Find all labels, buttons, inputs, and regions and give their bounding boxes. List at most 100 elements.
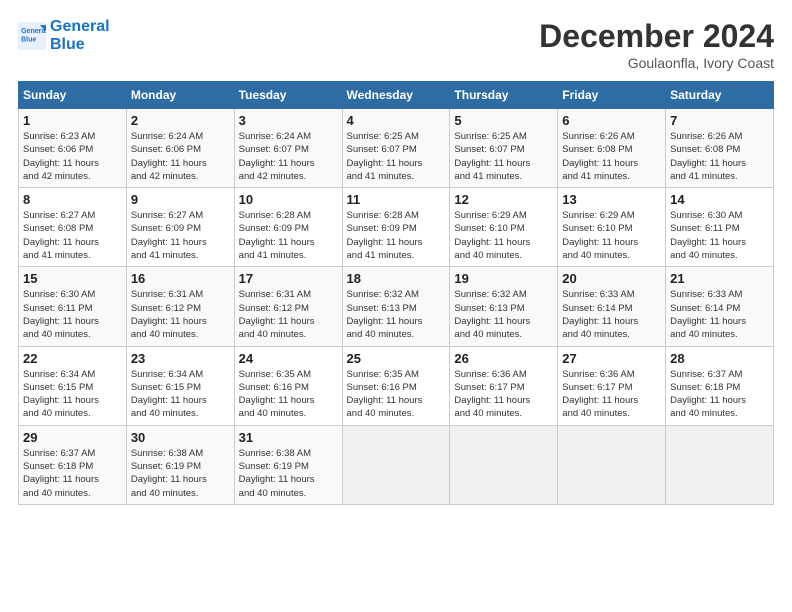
day-number: 27 [562,351,661,366]
day-number: 28 [670,351,769,366]
calendar-cell: 9Sunrise: 6:27 AM Sunset: 6:09 PM Daylig… [126,188,234,267]
day-number: 18 [347,271,446,286]
calendar-cell: 24 Sunrise: 6:35 AM Sunset: 6:16 PM Dayli… [234,346,342,425]
calendar-cell: 21 Sunrise: 6:33 AM Sunset: 6:14 PM Dayli… [666,267,774,346]
day-number: 13 [562,192,661,207]
day-number: 5 [454,113,553,128]
calendar-cell: 29Sunrise: 6:37 AM Sunset: 6:18 PM Dayli… [19,425,127,504]
day-info: Sunrise: 6:36 AM Sunset: 6:17 PM Dayligh… [454,368,553,421]
month-title: December 2024 [539,18,774,55]
calendar-cell: 17 Sunrise: 6:31 AM Sunset: 6:12 PM Dayli… [234,267,342,346]
calendar-cell [342,425,450,504]
svg-text:Blue: Blue [21,36,36,43]
day-info: Sunrise: 6:35 AM Sunset: 6:16 PM Dayligh… [239,368,338,421]
svg-text:General: General [21,27,46,34]
day-number: 22 [23,351,122,366]
day-info: Sunrise: 6:31 AM Sunset: 6:12 PM Dayligh… [239,288,338,341]
calendar-cell: 23Sunrise: 6:34 AM Sunset: 6:15 PM Dayli… [126,346,234,425]
day-number: 2 [131,113,230,128]
day-info: Sunrise: 6:38 AM Sunset: 6:19 PM Dayligh… [239,447,338,500]
calendar-cell: 6 Sunrise: 6:26 AM Sunset: 6:08 PM Daylig… [558,109,666,188]
header-cell-wednesday: Wednesday [342,82,450,109]
day-info: Sunrise: 6:25 AM Sunset: 6:07 PM Dayligh… [347,130,446,183]
logo-text: General Blue [50,18,110,53]
calendar-cell: 16 Sunrise: 6:31 AM Sunset: 6:12 PM Dayli… [126,267,234,346]
calendar-cell: 26 Sunrise: 6:36 AM Sunset: 6:17 PM Dayli… [450,346,558,425]
calendar-cell: 30 Sunrise: 6:38 AM Sunset: 6:19 PM Dayli… [126,425,234,504]
day-number: 11 [347,192,446,207]
calendar-cell: 10 Sunrise: 6:28 AM Sunset: 6:09 PM Dayli… [234,188,342,267]
calendar-cell: 31 Sunrise: 6:38 AM Sunset: 6:19 PM Dayli… [234,425,342,504]
day-info: Sunrise: 6:30 AM Sunset: 6:11 PM Dayligh… [670,209,769,262]
header-cell-sunday: Sunday [19,82,127,109]
calendar-cell: 19 Sunrise: 6:32 AM Sunset: 6:13 PM Dayli… [450,267,558,346]
day-info: Sunrise: 6:31 AM Sunset: 6:12 PM Dayligh… [131,288,230,341]
calendar-cell: 4Sunrise: 6:25 AM Sunset: 6:07 PM Daylig… [342,109,450,188]
day-info: Sunrise: 6:32 AM Sunset: 6:13 PM Dayligh… [347,288,446,341]
calendar-cell: 28 Sunrise: 6:37 AM Sunset: 6:18 PM Dayli… [666,346,774,425]
calendar-cell: 12Sunrise: 6:29 AM Sunset: 6:10 PM Dayli… [450,188,558,267]
day-number: 20 [562,271,661,286]
calendar-cell: 15Sunrise: 6:30 AM Sunset: 6:11 PM Dayli… [19,267,127,346]
logo-line2: Blue [50,36,85,53]
week-row-2: 8Sunrise: 6:27 AM Sunset: 6:08 PM Daylig… [19,188,774,267]
day-info: Sunrise: 6:28 AM Sunset: 6:09 PM Dayligh… [347,209,446,262]
title-block: December 2024 Goulaonfla, Ivory Coast [539,18,774,71]
week-row-4: 22 Sunrise: 6:34 AM Sunset: 6:15 PM Dayli… [19,346,774,425]
day-info: Sunrise: 6:33 AM Sunset: 6:14 PM Dayligh… [562,288,661,341]
page-header: General Blue General Blue December 2024 … [18,18,774,71]
day-number: 9 [131,192,230,207]
day-info: Sunrise: 6:29 AM Sunset: 6:10 PM Dayligh… [562,209,661,262]
header-cell-monday: Monday [126,82,234,109]
calendar-cell: 1Sunrise: 6:23 AM Sunset: 6:06 PM Daylig… [19,109,127,188]
week-row-5: 29Sunrise: 6:37 AM Sunset: 6:18 PM Dayli… [19,425,774,504]
day-number: 31 [239,430,338,445]
day-info: Sunrise: 6:24 AM Sunset: 6:07 PM Dayligh… [239,130,338,183]
day-info: Sunrise: 6:33 AM Sunset: 6:14 PM Dayligh… [670,288,769,341]
week-row-3: 15Sunrise: 6:30 AM Sunset: 6:11 PM Dayli… [19,267,774,346]
day-number: 17 [239,271,338,286]
day-number: 14 [670,192,769,207]
day-info: Sunrise: 6:32 AM Sunset: 6:13 PM Dayligh… [454,288,553,341]
day-info: Sunrise: 6:28 AM Sunset: 6:09 PM Dayligh… [239,209,338,262]
day-number: 25 [347,351,446,366]
header-cell-tuesday: Tuesday [234,82,342,109]
day-info: Sunrise: 6:34 AM Sunset: 6:15 PM Dayligh… [131,368,230,421]
day-number: 16 [131,271,230,286]
logo-icon: General Blue [18,22,46,50]
calendar-cell: 27Sunrise: 6:36 AM Sunset: 6:17 PM Dayli… [558,346,666,425]
day-number: 29 [23,430,122,445]
calendar-cell [666,425,774,504]
calendar-cell [450,425,558,504]
calendar-cell: 14 Sunrise: 6:30 AM Sunset: 6:11 PM Dayli… [666,188,774,267]
day-info: Sunrise: 6:27 AM Sunset: 6:08 PM Dayligh… [23,209,122,262]
day-info: Sunrise: 6:38 AM Sunset: 6:19 PM Dayligh… [131,447,230,500]
day-info: Sunrise: 6:26 AM Sunset: 6:08 PM Dayligh… [562,130,661,183]
calendar-cell: 20 Sunrise: 6:33 AM Sunset: 6:14 PM Dayli… [558,267,666,346]
calendar-cell: 25 Sunrise: 6:35 AM Sunset: 6:16 PM Dayli… [342,346,450,425]
header-cell-thursday: Thursday [450,82,558,109]
day-info: Sunrise: 6:37 AM Sunset: 6:18 PM Dayligh… [670,368,769,421]
day-number: 7 [670,113,769,128]
calendar-body: 1Sunrise: 6:23 AM Sunset: 6:06 PM Daylig… [19,109,774,505]
page-container: General Blue General Blue December 2024 … [0,0,792,515]
day-number: 6 [562,113,661,128]
header-cell-friday: Friday [558,82,666,109]
day-number: 21 [670,271,769,286]
calendar-cell: 7Sunrise: 6:26 AM Sunset: 6:08 PM Daylig… [666,109,774,188]
day-number: 30 [131,430,230,445]
calendar-cell: 13 Sunrise: 6:29 AM Sunset: 6:10 PM Dayli… [558,188,666,267]
day-info: Sunrise: 6:35 AM Sunset: 6:16 PM Dayligh… [347,368,446,421]
calendar-cell: 5 Sunrise: 6:25 AM Sunset: 6:07 PM Daylig… [450,109,558,188]
day-number: 10 [239,192,338,207]
calendar-cell: 2Sunrise: 6:24 AM Sunset: 6:06 PM Daylig… [126,109,234,188]
day-number: 12 [454,192,553,207]
day-number: 1 [23,113,122,128]
day-number: 19 [454,271,553,286]
calendar-cell: 18 Sunrise: 6:32 AM Sunset: 6:13 PM Dayli… [342,267,450,346]
week-row-1: 1Sunrise: 6:23 AM Sunset: 6:06 PM Daylig… [19,109,774,188]
day-number: 26 [454,351,553,366]
logo: General Blue General Blue [18,18,110,53]
day-info: Sunrise: 6:25 AM Sunset: 6:07 PM Dayligh… [454,130,553,183]
day-number: 24 [239,351,338,366]
